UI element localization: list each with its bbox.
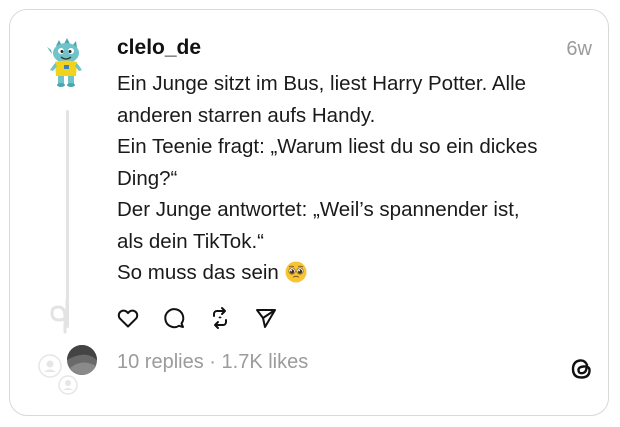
threads-logo-icon[interactable] [569,356,595,382]
thread-line [66,110,69,328]
reply-avatar-placeholder-icon [38,354,62,378]
likes-count[interactable]: 1.7K likes [222,351,309,373]
post-line: Der Junge antwortet: „Weil’s spannender … [117,198,520,221]
like-button[interactable] [115,305,141,331]
reply-button[interactable] [161,305,187,331]
author-avatar[interactable] [46,38,86,88]
stats-separator: · [209,351,216,373]
post-stats: 10 replies · 1.7K likes [117,351,308,374]
post-line: Ein Teenie fragt: „Warum liest du so ein… [117,135,538,158]
replies-count[interactable]: 10 replies [117,351,204,373]
post-line: Ding?“ [117,166,178,190]
post-line-last: So muss das sein [117,257,587,289]
reply-avatar-placeholder-icon [58,375,78,395]
post-line: Ein Junge sitzt im Bus, liest Harry Pott… [117,72,527,95]
repost-button[interactable] [207,305,233,331]
pleading-face-emoji-icon [285,261,307,283]
heart-icon [117,309,139,328]
send-icon [256,309,276,328]
post-line: als dein TikTok.“ [117,229,264,253]
username[interactable]: clelo_de [117,36,201,60]
post-line: So muss das sein [117,261,279,284]
post-line: anderen starren aufs Handy. [117,103,376,127]
repost-icon [213,307,227,329]
share-button[interactable] [253,305,279,331]
thread-loop-icon [50,298,69,334]
reply-avatars [38,345,97,395]
post-text: Ein Junge sitzt im Bus, liest Harry Pott… [117,68,587,289]
comment-icon [164,308,185,329]
action-bar [115,303,299,333]
reply-avatar-photo [67,345,97,375]
post-time: 6w [566,38,592,60]
